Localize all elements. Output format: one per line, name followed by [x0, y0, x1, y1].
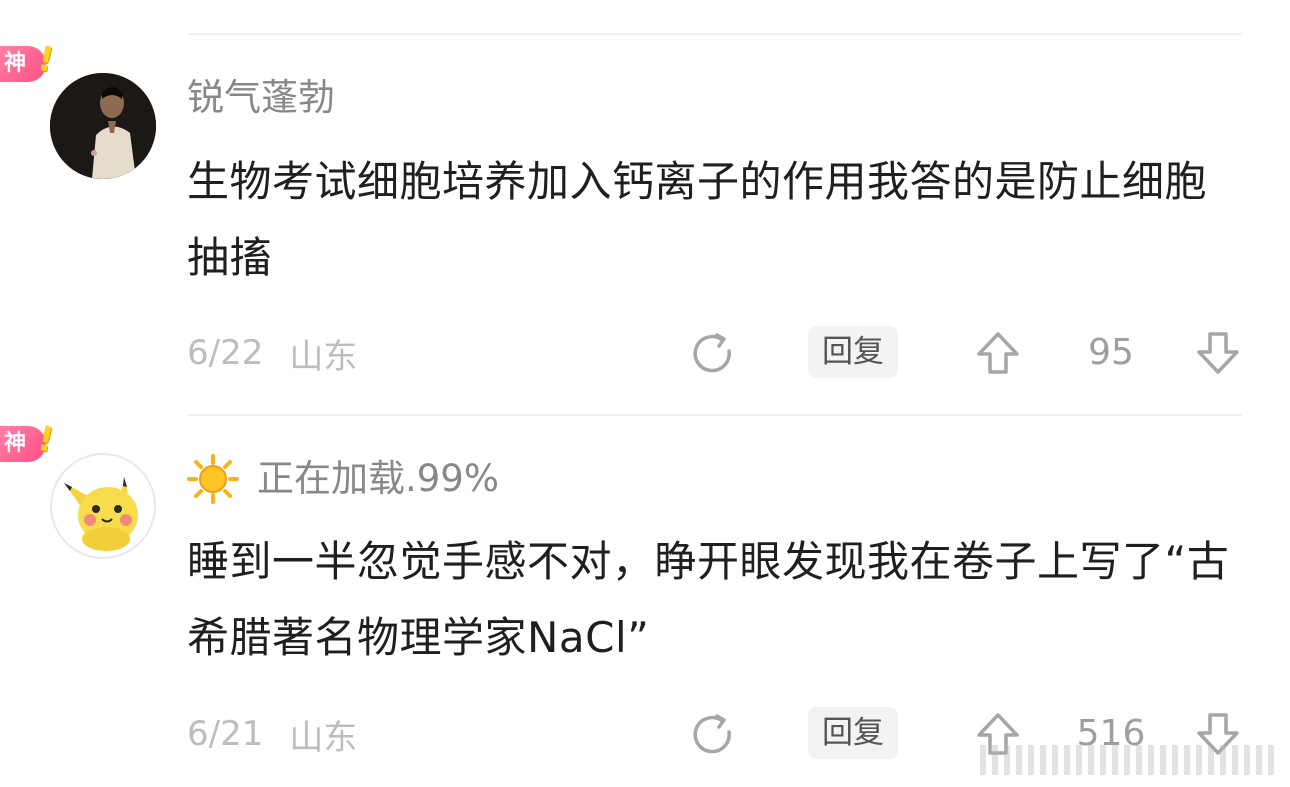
- comment-text: 睡到一半忽觉手感不对，睁开眼发现我在卷子上写了“古希腊著名物理学家NaCl”: [187, 537, 1230, 662]
- share-rotate-icon[interactable]: [690, 707, 736, 761]
- arrow-down-icon[interactable]: [1195, 326, 1241, 380]
- comment-date: 6/21: [187, 714, 264, 754]
- comment-actions: 回复 95: [690, 326, 1250, 380]
- avatar[interactable]: [50, 73, 156, 179]
- god-comment-badge: 神 !: [0, 39, 58, 86]
- avatar[interactable]: [50, 453, 156, 559]
- comment-date: 6/22: [187, 333, 264, 373]
- avatar-image: [50, 453, 156, 559]
- comment-text: 生物考试细胞培养加入钙离子的作用我答的是防止细胞抽搐: [187, 157, 1208, 282]
- reply-button[interactable]: 回复: [808, 707, 898, 759]
- divider: [187, 33, 1242, 35]
- comment-meta: 6/21 山东: [187, 707, 357, 761]
- arrow-up-icon[interactable]: [975, 326, 1021, 380]
- username-row: 锐气蓬勃: [187, 73, 335, 123]
- comment-location: 山东: [289, 336, 358, 377]
- sun-icon: [187, 454, 239, 504]
- share-rotate-icon[interactable]: [690, 326, 736, 380]
- badge-exclamation: !: [34, 38, 58, 81]
- username[interactable]: 锐气蓬勃: [187, 73, 335, 123]
- comment-list: 神 ! 锐气蓬勃 生物考试细胞培养加入钙离子的作用我答的是防止细胞抽搐 6/22…: [0, 0, 1290, 787]
- avatar-image: [50, 73, 156, 179]
- watermark: [980, 745, 1280, 775]
- god-comment-badge: 神 !: [0, 419, 58, 466]
- vote-count: 95: [1088, 332, 1134, 373]
- comment-location: 山东: [289, 717, 358, 758]
- comment-meta: 6/22 山东: [187, 326, 357, 380]
- reply-button[interactable]: 回复: [808, 326, 898, 378]
- divider: [187, 414, 1242, 416]
- username-row: 正在加载.99%: [187, 454, 499, 504]
- badge-exclamation: !: [34, 418, 58, 461]
- username[interactable]: 正在加载.99%: [257, 454, 499, 504]
